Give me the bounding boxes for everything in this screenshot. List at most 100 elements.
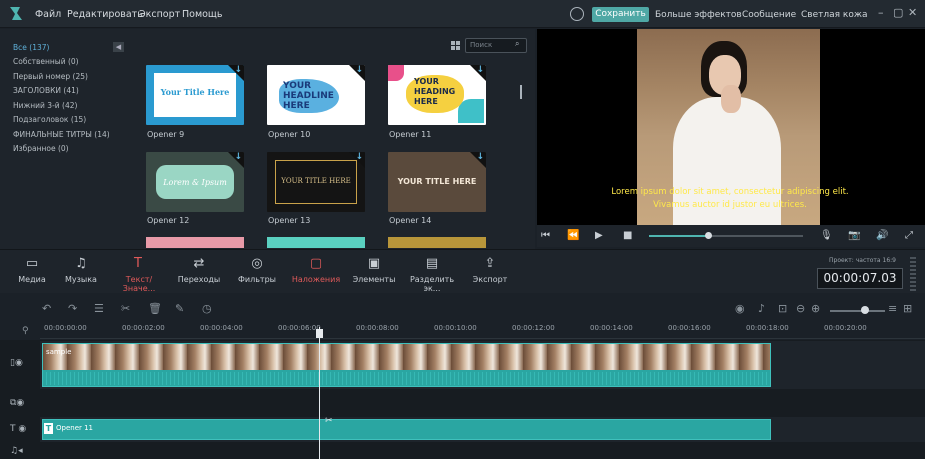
opener-10-label: Opener 10 bbox=[268, 130, 311, 139]
step-back-icon[interactable]: ⏪ bbox=[567, 230, 579, 241]
redo-icon[interactable]: ↷ bbox=[68, 302, 77, 315]
category-custom[interactable]: Собственный (0) bbox=[13, 57, 79, 66]
undo-icon[interactable]: ↶ bbox=[42, 302, 51, 315]
category-lower-thirds[interactable]: Нижний 3-й (42) bbox=[13, 101, 77, 110]
zoom-in-icon[interactable]: ⊕ bbox=[811, 302, 820, 315]
tab-elements[interactable]: Элементы bbox=[350, 275, 398, 284]
download-icon[interactable]: ↓ bbox=[355, 152, 363, 162]
collapse-panel-icon[interactable]: ◀ bbox=[113, 42, 124, 52]
text-clip[interactable] bbox=[42, 419, 771, 440]
media-icon[interactable]: ▭ bbox=[22, 256, 42, 271]
menu-help[interactable]: Помощь bbox=[182, 9, 222, 20]
grid-view-icon[interactable] bbox=[451, 41, 460, 50]
zoom-slider-knob[interactable] bbox=[861, 306, 869, 314]
preview-progress-knob[interactable] bbox=[705, 232, 712, 239]
opener-13-thumbnail[interactable]: YOUR TITLE HERE ↓ bbox=[267, 152, 365, 212]
account-icon[interactable] bbox=[570, 7, 584, 21]
elements-icon[interactable]: ▣ bbox=[364, 256, 384, 271]
adjust-icon[interactable]: ☰ bbox=[94, 302, 104, 315]
ruler-tick: 00:00:04:00 bbox=[200, 324, 243, 332]
save-button[interactable]: Сохранить bbox=[592, 7, 649, 22]
export-icon[interactable]: ⇪ bbox=[480, 256, 500, 271]
menu-file[interactable]: Файл bbox=[35, 9, 61, 20]
tab-overlays[interactable]: Наложения bbox=[290, 275, 342, 284]
zoom-out-icon[interactable]: ⊖ bbox=[796, 302, 805, 315]
tab-export[interactable]: Экспорт bbox=[470, 275, 510, 284]
more-effects-link[interactable]: Больше эффектов bbox=[655, 10, 742, 20]
audio-icon[interactable]: ♪ bbox=[758, 302, 765, 315]
category-titles[interactable]: ЗАГОЛОВКИ (41) bbox=[13, 86, 79, 95]
tab-music[interactable]: Музыка bbox=[62, 275, 100, 284]
skip-back-icon[interactable]: ⏮ bbox=[541, 230, 550, 241]
tracks-icon[interactable]: ⊞ bbox=[903, 302, 912, 315]
ruler-tick: 00:00:16:00 bbox=[668, 324, 711, 332]
opener-14-thumbnail[interactable]: YOUR TITLE HERE ↓ bbox=[388, 152, 486, 212]
transitions-icon[interactable]: ⇄ bbox=[189, 256, 209, 271]
tab-filters[interactable]: Фильтры bbox=[234, 275, 280, 284]
ruler-tick: 00:00:10:00 bbox=[434, 324, 477, 332]
opener-9-thumbnail[interactable]: Your Title Here ↓ bbox=[146, 65, 244, 125]
category-openers[interactable]: Первый номер (25) bbox=[13, 72, 88, 81]
edit-icon[interactable]: ✎ bbox=[175, 302, 184, 315]
volume-icon[interactable]: 🔊 bbox=[876, 230, 888, 241]
opener-12-label: Opener 12 bbox=[147, 216, 190, 225]
scissors-icon[interactable]: ✂ bbox=[325, 416, 333, 426]
overlays-icon[interactable]: ▢ bbox=[306, 256, 326, 271]
download-icon[interactable]: ↓ bbox=[234, 65, 242, 75]
split-screen-icon[interactable]: ▤ bbox=[422, 256, 442, 271]
render-icon[interactable]: ◉ bbox=[735, 302, 745, 315]
maximize-icon[interactable]: ▢ bbox=[893, 6, 903, 19]
opener-17-thumbnail[interactable] bbox=[388, 237, 486, 248]
fullscreen-icon[interactable]: ⤢ bbox=[905, 230, 913, 241]
category-subtitles[interactable]: Подзаголовок (15) bbox=[13, 115, 86, 124]
tab-transitions[interactable]: Переходы bbox=[174, 275, 224, 284]
snapshot-icon[interactable]: 📷 bbox=[848, 230, 860, 241]
ruler-tick: 00:00:20:00 bbox=[824, 324, 867, 332]
list-view-icon[interactable]: ≡ bbox=[888, 302, 897, 315]
tab-media[interactable]: Медиа bbox=[14, 275, 50, 284]
clock-icon[interactable]: ◷ bbox=[202, 302, 212, 315]
music-icon[interactable]: ♫ bbox=[71, 256, 91, 271]
opener-15-thumbnail[interactable] bbox=[146, 237, 244, 248]
minimize-icon[interactable]: – bbox=[878, 6, 884, 19]
opener-11-thumbnail[interactable]: YOUR HEADING HERE ↓ bbox=[388, 65, 486, 125]
snap-icon[interactable]: ⊡ bbox=[778, 302, 787, 315]
skin-link[interactable]: Светлая кожа bbox=[801, 10, 867, 20]
menu-export[interactable]: Экспорт bbox=[139, 9, 180, 20]
opener-12-thumbnail[interactable]: Lorem & Ipsum ↓ bbox=[146, 152, 244, 212]
filters-icon[interactable]: ◎ bbox=[247, 256, 267, 271]
category-all[interactable]: Все (137) bbox=[13, 43, 49, 52]
timeline-ruler[interactable] bbox=[40, 322, 925, 339]
stop-icon[interactable]: ■ bbox=[623, 230, 632, 241]
download-icon[interactable]: ↓ bbox=[476, 65, 484, 75]
text-icon[interactable]: T bbox=[128, 256, 148, 271]
add-track-icon[interactable]: ⚲ bbox=[22, 326, 29, 336]
timecode-label: Проект: частота 16:9 bbox=[829, 257, 896, 264]
microphone-icon[interactable]: 🎙 bbox=[820, 230, 833, 241]
play-icon[interactable]: ▶ bbox=[595, 230, 603, 241]
tab-split-screen[interactable]: Разделить эк... bbox=[402, 275, 462, 293]
download-icon[interactable]: ↓ bbox=[476, 152, 484, 162]
menu-edit[interactable]: Редактировать bbox=[67, 9, 143, 20]
video-clip-audio-waveform bbox=[43, 372, 770, 385]
search-icon: ⌕ bbox=[515, 39, 520, 48]
opener-11-label: Opener 11 bbox=[389, 130, 432, 139]
delete-icon[interactable]: 🗑 bbox=[148, 302, 162, 315]
tab-text[interactable]: Текст/Значе... bbox=[110, 275, 168, 293]
cut-icon[interactable]: ✂ bbox=[121, 302, 130, 315]
category-end-credits[interactable]: ФИНАЛЬНЫЕ ТИТРЫ (14) bbox=[13, 130, 110, 139]
opener-16-thumbnail[interactable] bbox=[267, 237, 365, 248]
category-favorites[interactable]: Избранное (0) bbox=[13, 144, 69, 153]
thumb-text: YOUR TITLE HERE bbox=[281, 177, 351, 185]
playhead-line[interactable] bbox=[319, 327, 320, 459]
close-icon[interactable]: ✕ bbox=[908, 6, 917, 19]
download-icon[interactable]: ↓ bbox=[355, 65, 363, 75]
messages-link[interactable]: Сообщение bbox=[742, 10, 796, 20]
library-scrollbar[interactable] bbox=[520, 85, 522, 99]
zoom-slider[interactable] bbox=[830, 310, 885, 312]
opener-10-thumbnail[interactable]: YOUR HEADLINE HERE ↓ bbox=[267, 65, 365, 125]
ruler-tick: 00:00:14:00 bbox=[590, 324, 633, 332]
playhead-handle[interactable] bbox=[316, 329, 323, 338]
download-icon[interactable]: ↓ bbox=[234, 152, 242, 162]
resize-handle[interactable] bbox=[910, 257, 916, 291]
